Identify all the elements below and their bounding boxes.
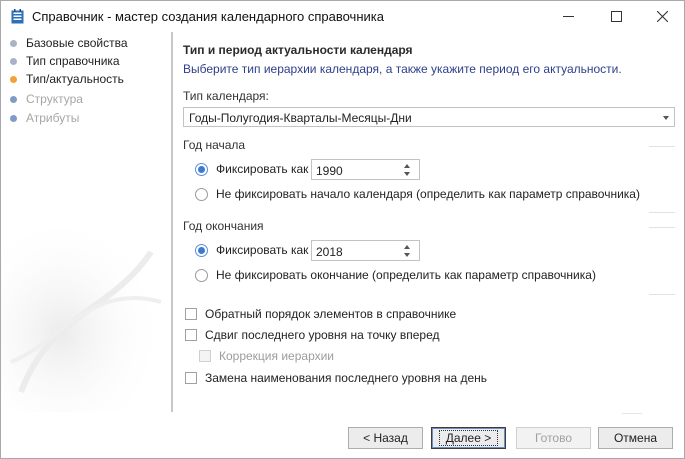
radio-unchecked-icon: [195, 268, 208, 282]
next-button[interactable]: Далее >: [431, 427, 506, 449]
back-button[interactable]: < Назад: [348, 427, 423, 449]
close-icon: [656, 11, 668, 22]
step-pending-icon: [10, 114, 17, 122]
group-divider: [649, 212, 675, 213]
start-year-value: 1990: [316, 164, 343, 178]
reverse-order-checkbox[interactable]: Обратный порядок элементов в справочнике: [185, 307, 456, 321]
nav-step-dictionary-type[interactable]: Тип справочника: [10, 52, 120, 70]
radio-checked-icon: [195, 243, 208, 257]
minimize-icon: [562, 16, 574, 17]
calendar-type-value: Годы-Полугодия-Кварталы-Месяцы-Дни: [189, 111, 412, 125]
next-button-label: Далее >: [438, 430, 499, 446]
checkbox-label: Коррекция иерархии: [219, 349, 335, 363]
spin-up-icon[interactable]: [404, 245, 410, 249]
step-done-icon: [10, 39, 17, 47]
wizard-page: Тип и период актуальности календаря Выбе…: [173, 32, 684, 412]
radio-label: Фиксировать как: [216, 243, 309, 257]
maximize-icon: [610, 11, 622, 22]
window-title: Справочник - мастер создания календарног…: [32, 9, 384, 24]
cancel-button[interactable]: Отмена: [598, 427, 673, 449]
end-year-value: 2018: [316, 245, 343, 259]
radio-checked-icon: [195, 162, 208, 176]
hierarchy-correction-checkbox: Коррекция иерархии: [199, 349, 334, 363]
close-button[interactable]: [639, 1, 685, 32]
wizard-window: Справочник - мастер создания календарног…: [0, 0, 685, 459]
checkbox-unchecked-icon: [185, 308, 197, 320]
footer-divider: [622, 413, 642, 414]
start-year-group-title: Год начала: [183, 138, 246, 152]
calendar-type-select[interactable]: Годы-Полугодия-Кварталы-Месяцы-Дни: [183, 107, 675, 127]
radio-label: Не фиксировать окончание (определить как…: [216, 268, 596, 282]
end-year-param-radio[interactable]: Не фиксировать окончание (определить как…: [195, 268, 596, 282]
maximize-button[interactable]: [593, 1, 639, 32]
group-divider: [649, 227, 675, 228]
radio-unchecked-icon: [195, 187, 208, 201]
nav-step-label: Атрибуты: [26, 111, 80, 125]
title-bar[interactable]: Справочник - мастер создания календарног…: [1, 1, 684, 32]
step-pending-icon: [10, 95, 17, 103]
nav-step-label: Тип справочника: [26, 54, 120, 68]
spin-up-icon[interactable]: [404, 164, 410, 168]
step-current-icon: [10, 75, 17, 83]
checkbox-disabled-icon: [199, 350, 211, 362]
end-year-spinner[interactable]: 2018: [311, 240, 420, 261]
group-divider: [649, 294, 675, 295]
end-year-fix-radio[interactable]: Фиксировать как: [195, 243, 308, 257]
minimize-button[interactable]: [545, 1, 591, 32]
decorative-watermark: [1, 212, 166, 412]
start-year-fix-radio[interactable]: Фиксировать как: [195, 162, 308, 176]
calendar-dictionary-icon: [11, 9, 24, 24]
rename-last-level-checkbox[interactable]: Замена наименования последнего уровня на…: [185, 371, 487, 385]
nav-step-label: Структура: [26, 92, 83, 106]
checkbox-label: Обратный порядок элементов в справочнике: [205, 307, 457, 321]
start-year-param-radio[interactable]: Не фиксировать начало календаря (определ…: [195, 187, 640, 201]
checkbox-unchecked-icon: [185, 329, 197, 341]
page-title: Тип и период актуальности календаря: [183, 43, 413, 57]
nav-step-label: Тип/актуальность: [26, 72, 124, 86]
start-year-spinner[interactable]: 1990: [311, 159, 420, 180]
nav-step-structure[interactable]: Структура: [10, 90, 83, 108]
shift-last-level-checkbox[interactable]: Сдвиг последнего уровня на точку вперед: [185, 328, 440, 342]
checkbox-unchecked-icon: [185, 372, 197, 384]
checkbox-label: Сдвиг последнего уровня на точку вперед: [205, 328, 440, 342]
nav-step-base-properties[interactable]: Базовые свойства: [10, 34, 128, 52]
nav-step-label: Базовые свойства: [26, 36, 128, 50]
chevron-down-icon: [663, 116, 669, 120]
wizard-steps-panel: Базовые свойства Тип справочника Тип/акт…: [1, 32, 170, 412]
end-year-group-title: Год окончания: [183, 219, 264, 233]
spin-down-icon[interactable]: [404, 253, 410, 257]
radio-label: Не фиксировать начало календаря (определ…: [216, 187, 640, 201]
page-subtitle: Выберите тип иерархии календаря, а также…: [183, 62, 622, 76]
step-done-icon: [10, 57, 17, 65]
spin-down-icon[interactable]: [404, 172, 410, 176]
radio-label: Фиксировать как: [216, 162, 309, 176]
checkbox-label: Замена наименования последнего уровня на…: [205, 371, 488, 385]
group-divider: [649, 146, 675, 147]
nav-step-attributes[interactable]: Атрибуты: [10, 109, 79, 127]
done-button: Готово: [516, 427, 591, 449]
nav-step-type-actuality[interactable]: Тип/актуальность: [10, 70, 124, 88]
calendar-type-label: Тип календаря:: [183, 89, 269, 103]
